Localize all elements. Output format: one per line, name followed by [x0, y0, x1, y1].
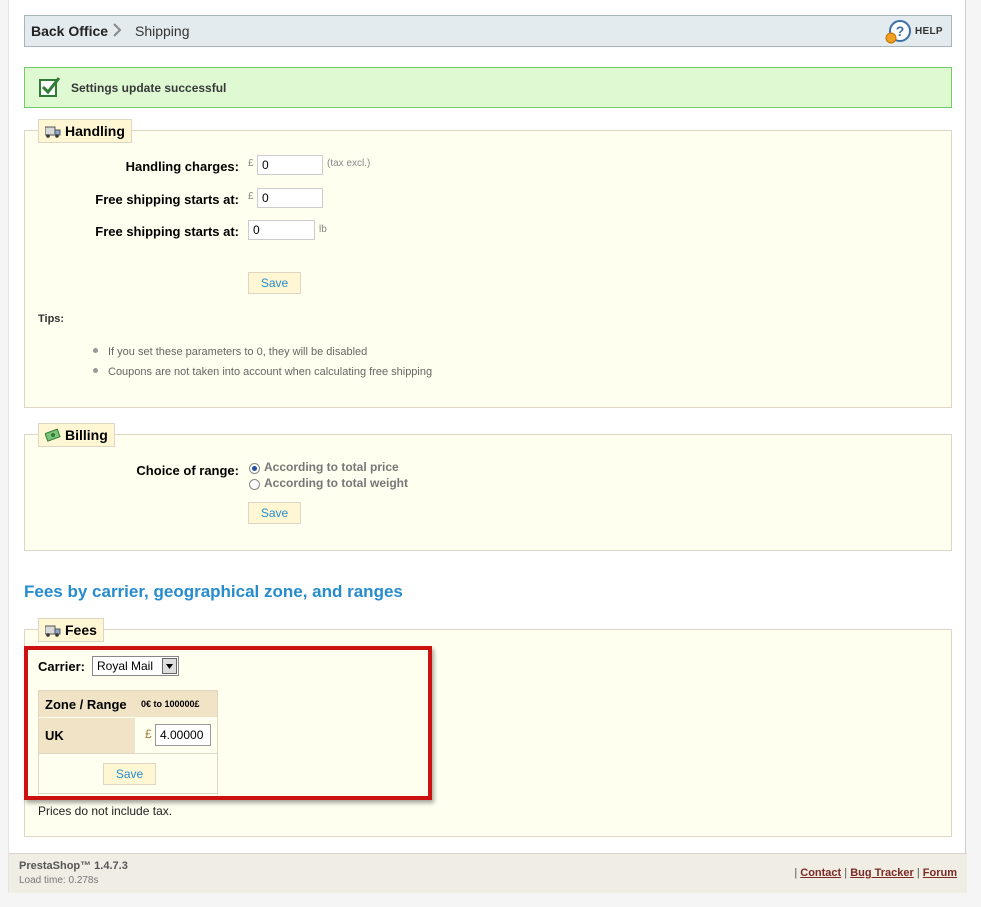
bullet-icon [93, 348, 98, 353]
handling-charges-currency: £ [248, 158, 254, 169]
tip-text: Coupons are not taken into account when … [108, 366, 433, 378]
handling-save-button[interactable]: Save [248, 272, 301, 294]
billing-legend-label: Billing [65, 427, 108, 443]
highlight-box [24, 646, 432, 800]
load-time-text: Load time: 0.278s [19, 875, 99, 886]
footer: PrestaShop™ 1.4.7.3 Load time: 0.278s | … [9, 853, 967, 893]
handling-legend-label: Handling [65, 123, 125, 139]
tip-item: Coupons are not taken into account when … [93, 366, 432, 378]
billing-save-button[interactable]: Save [248, 502, 301, 524]
fees-legend-label: Fees [65, 622, 97, 638]
fees-section-title: Fees by carrier, geographical zone, and … [24, 582, 403, 601]
free-shipping-weight-input[interactable] [248, 220, 315, 240]
money-icon [45, 428, 61, 442]
breadcrumb: Back Office Shipping ? HELP [24, 15, 952, 47]
contact-link[interactable]: Contact [800, 867, 841, 879]
fees-legend: Fees [38, 618, 104, 642]
free-shipping-price-input[interactable] [257, 188, 323, 208]
choice-of-range-label: Choice of range: [136, 463, 239, 478]
breadcrumb-back-office[interactable]: Back Office [31, 23, 108, 39]
help-label[interactable]: HELP [915, 26, 943, 37]
breadcrumb-shipping: Shipping [135, 23, 190, 39]
weight-unit: lb [319, 224, 327, 235]
tips-heading: Tips: [38, 313, 65, 325]
range-weight-label[interactable]: According to total weight [264, 476, 408, 490]
footer-links: | Contact | Bug Tracker | Forum [794, 867, 957, 879]
version-text: PrestaShop™ 1.4.7.3 [19, 860, 128, 872]
free-shipping-price-currency: £ [248, 191, 254, 202]
success-alert: Settings update successful [24, 67, 952, 108]
tax-excl-note: (tax excl.) [327, 158, 371, 169]
page: Back Office Shipping ? HELP Settings upd… [8, 0, 967, 893]
prices-note: Prices do not include tax. [38, 804, 173, 818]
billing-legend: Billing [38, 423, 115, 447]
bug-tracker-link[interactable]: Bug Tracker [850, 867, 914, 879]
range-weight-radio[interactable] [249, 479, 260, 490]
bullet-icon [93, 368, 98, 373]
handling-legend: Handling [38, 119, 132, 143]
chevron-right-icon [113, 23, 122, 37]
handling-charges-label: Handling charges: [125, 159, 239, 174]
free-shipping-weight-label: Free shipping starts at: [95, 224, 239, 239]
svg-text:?: ? [896, 23, 905, 39]
range-price-label[interactable]: According to total price [264, 460, 399, 474]
free-shipping-price-label: Free shipping starts at: [95, 192, 239, 207]
check-icon [39, 77, 61, 97]
tip-text: If you set these parameters to 0, they w… [108, 346, 368, 358]
help-icon[interactable]: ? [885, 20, 911, 44]
tip-item: If you set these parameters to 0, they w… [93, 346, 367, 358]
truck-icon [45, 625, 61, 637]
truck-icon [45, 126, 61, 138]
handling-charges-input[interactable] [257, 155, 323, 175]
range-price-radio[interactable] [249, 463, 260, 474]
forum-link[interactable]: Forum [923, 867, 957, 879]
billing-panel [24, 434, 952, 551]
success-message: Settings update successful [71, 81, 227, 95]
